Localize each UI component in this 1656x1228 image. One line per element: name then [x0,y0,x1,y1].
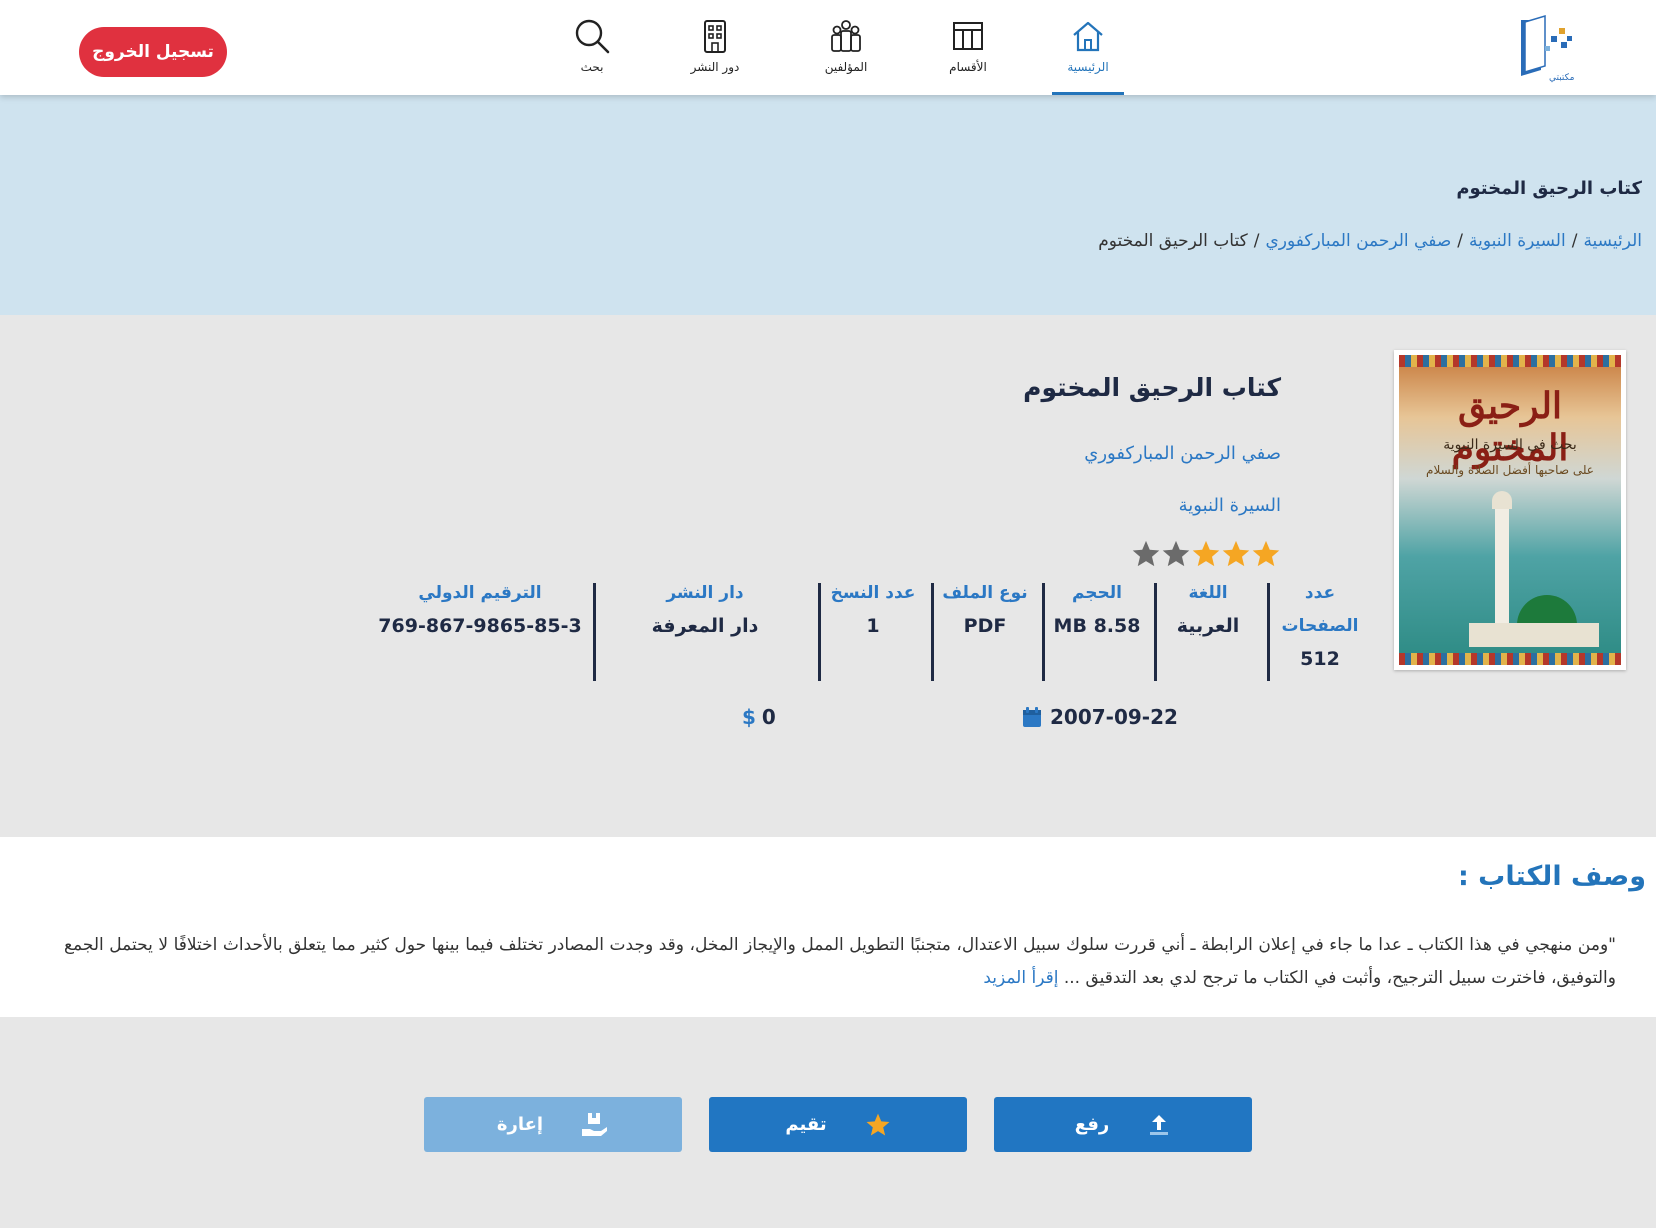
meta-label: عدد النسخ [830,583,916,603]
meta-field: اللغة العربية [1158,577,1258,687]
meta-divider [818,583,821,681]
meta-divider [1267,583,1270,681]
nav-label-sections: الأقسام [949,60,987,74]
breadcrumb-separator: / [1253,231,1260,251]
breadcrumb-separator: / [1571,231,1578,251]
page-header: كتاب الرحيق المختوم الرئيسية/السيرة النب… [0,95,1656,315]
description-body: "ومن منهجي في هذا الكتاب ـ عدا ما جاء في… [64,935,1616,988]
currency-icon: $ [742,705,756,729]
book-author-link[interactable]: صفي الرحمن المباركفوري [1084,443,1281,464]
book-cover: الرحيق المختوم بحث في السيرة النبوية على… [1394,350,1626,670]
meta-divider [593,583,596,681]
cover-border-top [1399,355,1621,367]
meta-divider [931,583,934,681]
upload-button[interactable]: رفع [994,1097,1252,1152]
nav-item-home[interactable]: الرئيسية [1050,14,1126,95]
meta-field: دار النشر دار المعرفة [605,577,805,687]
cover-subtitle: بحث في السيرة النبوية [1443,437,1577,453]
upload-label: رفع [1074,1114,1110,1135]
cover-border-bottom [1399,653,1621,665]
upload-icon [1147,1113,1171,1137]
lend-button[interactable]: إعارة [424,1097,682,1152]
star-icon[interactable] [1191,539,1221,569]
meta-value: العربية [1176,615,1240,637]
book-category-link[interactable]: السيرة النبوية [1179,495,1281,516]
meta-value: PDF [963,615,1007,637]
publish-date: 2007-09-22 [1022,705,1178,729]
page-title: كتاب الرحيق المختوم [1456,178,1642,199]
meta-value: دار المعرفة [651,615,759,637]
book-details: الرحيق المختوم بحث في السيرة النبوية على… [0,315,1656,837]
cover-artwork: الرحيق المختوم بحث في السيرة النبوية على… [1399,355,1621,665]
meta-field: عدد النسخ 1 [823,577,923,687]
breadcrumb-current: كتاب الرحيق المختوم [1098,231,1248,251]
meta-label: الترقيم الدولي [418,583,542,603]
star-icon[interactable] [1131,539,1161,569]
nav-label-authors: المؤلفين [824,60,868,74]
description-text: "ومن منهجي في هذا الكتاب ـ عدا ما جاء في… [64,929,1616,995]
meta-value: 1 [866,615,880,637]
breadcrumb-home[interactable]: الرئيسية [1583,231,1642,251]
nav-label-publishers: دور النشر [690,60,740,74]
lend-icon [581,1112,609,1138]
book-description: وصف الكتاب : "ومن منهجي في هذا الكتاب ـ … [0,837,1656,1017]
logo-text: مكتبتي [1549,73,1575,83]
rate-label: تقيم [785,1114,827,1135]
logo-icon: مكتبتي [1521,14,1575,83]
description-heading: وصف الكتاب : [1457,861,1646,892]
meta-field: عدد الصفحات 512 [1270,577,1370,687]
nav-item-sections[interactable]: الأقسام [928,14,1008,94]
cover-title: الرحيق المختوم [1451,385,1569,469]
book-meta-table: عدد الصفحات 512 اللغة العربية الحجم 8.58 MB نو… [370,577,1360,687]
home-icon [1073,21,1103,52]
cover-subtitle-2: على صاحبها أفضل الصلاة والسلام [1426,463,1594,477]
breadcrumb-author[interactable]: صفي الرحمن المباركفوري [1265,231,1451,251]
meta-label: دار النشر [666,583,744,603]
breadcrumb-category[interactable]: السيرة النبوية [1469,231,1566,251]
meta-label: عدد الصفحات [1281,583,1359,636]
building-icon [704,20,726,53]
star-icon[interactable] [1251,539,1281,569]
star-icon [865,1112,891,1138]
book-title: كتاب الرحيق المختوم [1023,373,1281,402]
action-bar: رفع تقيم إعارة [0,1017,1656,1228]
sections-icon [953,22,983,50]
meta-field: نوع الملف PDF [935,577,1035,687]
breadcrumb-separator: / [1457,231,1464,251]
meta-value: 8.58 MB [1053,615,1141,637]
nav-item-publishers[interactable]: دور النشر [675,14,755,94]
cover-minaret [1492,491,1512,625]
meta-value: 769-867-9865-85-3 [378,615,582,637]
search-icon [575,19,610,54]
authors-icon [831,20,861,52]
price-value: 0 [761,705,776,729]
rate-button[interactable]: تقيم [709,1097,967,1152]
meta-field: الترقيم الدولي 769-867-9865-85-3 [370,577,590,687]
meta-label: اللغة [1188,583,1228,603]
site-logo[interactable]: مكتبتي [1515,14,1577,86]
top-navbar: تسجيل الخروج بحث دور النشر المؤلفين الأق… [0,0,1656,95]
star-icon[interactable] [1221,539,1251,569]
nav-item-search[interactable]: بحث [552,14,632,94]
book-price: $ 0 [742,705,776,729]
meta-value: 512 [1300,648,1340,670]
publish-date-value: 2007-09-22 [1050,705,1178,729]
meta-label: نوع الملف [942,583,1028,603]
meta-label: الحجم [1071,583,1123,603]
meta-divider [1042,583,1045,681]
meta-divider [1154,583,1157,681]
rating-stars[interactable] [1131,539,1281,573]
logout-button[interactable]: تسجيل الخروج [79,27,227,77]
nav-label-home: الرئيسية [1067,60,1109,74]
breadcrumb: الرئيسية/السيرة النبوية/صفي الرحمن المبا… [1098,231,1642,251]
meta-field: الحجم 8.58 MB [1047,577,1147,687]
nav-label-search: بحث [580,60,604,74]
read-more-link[interactable]: إقرأ المزيد [983,968,1058,988]
star-icon[interactable] [1161,539,1191,569]
lend-label: إعارة [496,1114,544,1135]
nav-item-authors[interactable]: المؤلفين [806,14,886,94]
cover-building [1469,623,1599,647]
calendar-icon [1023,707,1041,727]
